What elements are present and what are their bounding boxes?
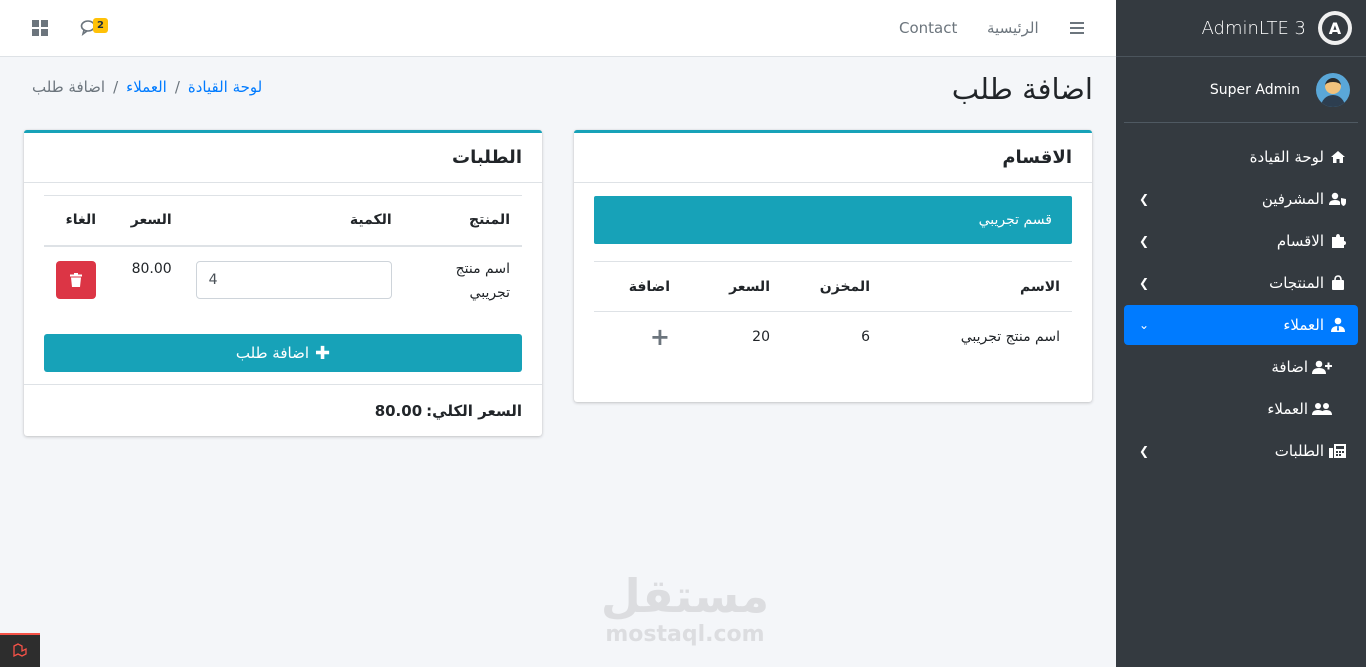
user-shield-icon — [1328, 191, 1348, 207]
column-header: المنتج — [403, 195, 522, 247]
puzzle-icon — [1328, 233, 1348, 249]
delete-order-button[interactable] — [56, 260, 97, 299]
column-header: المخزن — [782, 261, 882, 312]
fax-icon — [1328, 443, 1348, 459]
brand-link[interactable]: AdminLTE 3 A — [1116, 0, 1366, 57]
chevron-left-icon: ❮ — [1138, 192, 1150, 206]
table-row: اسم منتج تجريبي 6 20 + — [594, 311, 1072, 362]
breadcrumb-separator: / — [113, 78, 119, 96]
product-price: 20 — [682, 311, 782, 362]
home-icon — [1328, 149, 1348, 165]
order-product-name: اسم منتج تجريبي — [455, 260, 510, 301]
chevron-down-icon: ⌄ — [1138, 318, 1150, 332]
plus-icon: ✚ — [315, 342, 331, 364]
sidebar-item-label: المشرفين — [1261, 190, 1324, 208]
trash-icon — [70, 272, 83, 287]
brand-logo-icon: A — [1318, 11, 1352, 45]
breadcrumb-separator: / — [174, 78, 180, 96]
column-header: الكمية — [183, 195, 404, 247]
avatar — [1316, 72, 1350, 107]
sidebar-item-label: المنتجات — [1269, 274, 1324, 292]
sidebar-item-clients-list[interactable]: العملاء — [1124, 389, 1358, 429]
sidebar: AdminLTE 3 A Super Admin لوحة القيادة ❮ … — [1116, 0, 1366, 667]
column-header: السعر — [108, 195, 184, 247]
watermark: مستقل mostaql.com — [600, 570, 770, 647]
quantity-input[interactable] — [195, 260, 392, 299]
sidebar-item-label: الاقسام — [1276, 232, 1324, 250]
nav-link-contact[interactable]: Contact — [899, 19, 957, 37]
chevron-left-icon: ❮ — [1138, 444, 1150, 458]
breadcrumb-current: اضافة طلب — [32, 78, 106, 96]
sidebar-item-label: الطلبات — [1274, 442, 1324, 460]
products-table: الاسم المخزن السعر اضافة اسم منتج تجريبي… — [594, 261, 1072, 362]
sidebar-item-clients-add[interactable]: اضافة — [1124, 347, 1358, 387]
watermark-arabic: مستقل — [600, 569, 770, 623]
card-title: الطلبات — [24, 133, 542, 183]
users-icon — [1312, 401, 1332, 417]
user-name: Super Admin — [1209, 81, 1300, 98]
apps-grid-icon[interactable] — [32, 20, 48, 36]
user-tie-icon — [1328, 317, 1348, 333]
user-plus-icon — [1312, 359, 1332, 375]
chevron-left-icon: ❮ — [1138, 276, 1150, 290]
total-value: 80.00 — [374, 401, 423, 420]
column-header: السعر — [682, 261, 782, 312]
menu-toggle-icon[interactable] — [1070, 22, 1084, 34]
bag-icon — [1328, 275, 1348, 291]
sidebar-item-clients[interactable]: ⌄ العملاء — [1124, 305, 1358, 345]
chevron-left-icon: ❮ — [1138, 234, 1150, 248]
total-label: السعر الكلي: — [426, 401, 522, 420]
card-title: الاقسام — [574, 133, 1092, 183]
laravel-debug-icon[interactable] — [0, 633, 40, 667]
messages-badge: 2 — [93, 18, 108, 33]
column-header: اضافة — [594, 261, 682, 312]
top-navbar: 2 Contact الرئيسية — [0, 0, 1116, 57]
sidebar-nav: لوحة القيادة ❮ المشرفين ❮ الاقسام ❮ المن… — [1116, 137, 1366, 471]
user-panel[interactable]: Super Admin — [1124, 57, 1358, 123]
page-title: اضافة طلب — [951, 72, 1093, 106]
brand-name: AdminLTE 3 — [1201, 17, 1306, 39]
sidebar-item-products[interactable]: ❮ المنتجات — [1124, 263, 1358, 303]
add-order-label: اضافة طلب — [235, 344, 309, 362]
sidebar-item-categories[interactable]: ❮ الاقسام — [1124, 221, 1358, 261]
sidebar-item-label: العملاء — [1267, 400, 1308, 418]
sidebar-item-orders[interactable]: ❮ الطلبات — [1124, 431, 1358, 471]
watermark-english: mostaql.com — [605, 622, 765, 647]
nav-link-home[interactable]: الرئيسية — [987, 19, 1039, 37]
sidebar-item-dashboard[interactable]: لوحة القيادة — [1124, 137, 1358, 177]
categories-card: الاقسام قسم تجريبي الاسم المخزن السعر اض… — [574, 130, 1092, 402]
product-stock: 6 — [782, 311, 882, 362]
breadcrumb-clients[interactable]: العملاء — [126, 78, 167, 96]
sidebar-item-label: لوحة القيادة — [1249, 148, 1324, 166]
table-row: اسم منتج تجريبي 80.00 — [44, 246, 522, 314]
orders-card: الطلبات المنتج الكمية السعر الغاء اسم من… — [24, 130, 542, 436]
sidebar-item-label: اضافة — [1271, 358, 1308, 376]
sidebar-item-label: العملاء — [1283, 316, 1324, 334]
add-product-button[interactable]: + — [650, 323, 670, 351]
breadcrumb-dashboard[interactable]: لوحة القيادة — [188, 78, 262, 96]
orders-table: المنتج الكمية السعر الغاء اسم منتج تجريب… — [44, 195, 522, 314]
product-name: اسم منتج تجريبي — [882, 311, 1072, 362]
sidebar-item-supervisors[interactable]: ❮ المشرفين — [1124, 179, 1358, 219]
order-price: 80.00 — [131, 260, 172, 277]
add-order-button[interactable]: ✚ اضافة طلب — [44, 334, 522, 372]
column-header: الاسم — [882, 261, 1072, 312]
order-total: السعر الكلي: 80.00 — [24, 384, 542, 436]
column-header: الغاء — [44, 195, 109, 247]
category-button[interactable]: قسم تجريبي — [594, 196, 1072, 244]
breadcrumb: لوحة القيادة / العملاء / اضافة طلب — [32, 78, 262, 96]
